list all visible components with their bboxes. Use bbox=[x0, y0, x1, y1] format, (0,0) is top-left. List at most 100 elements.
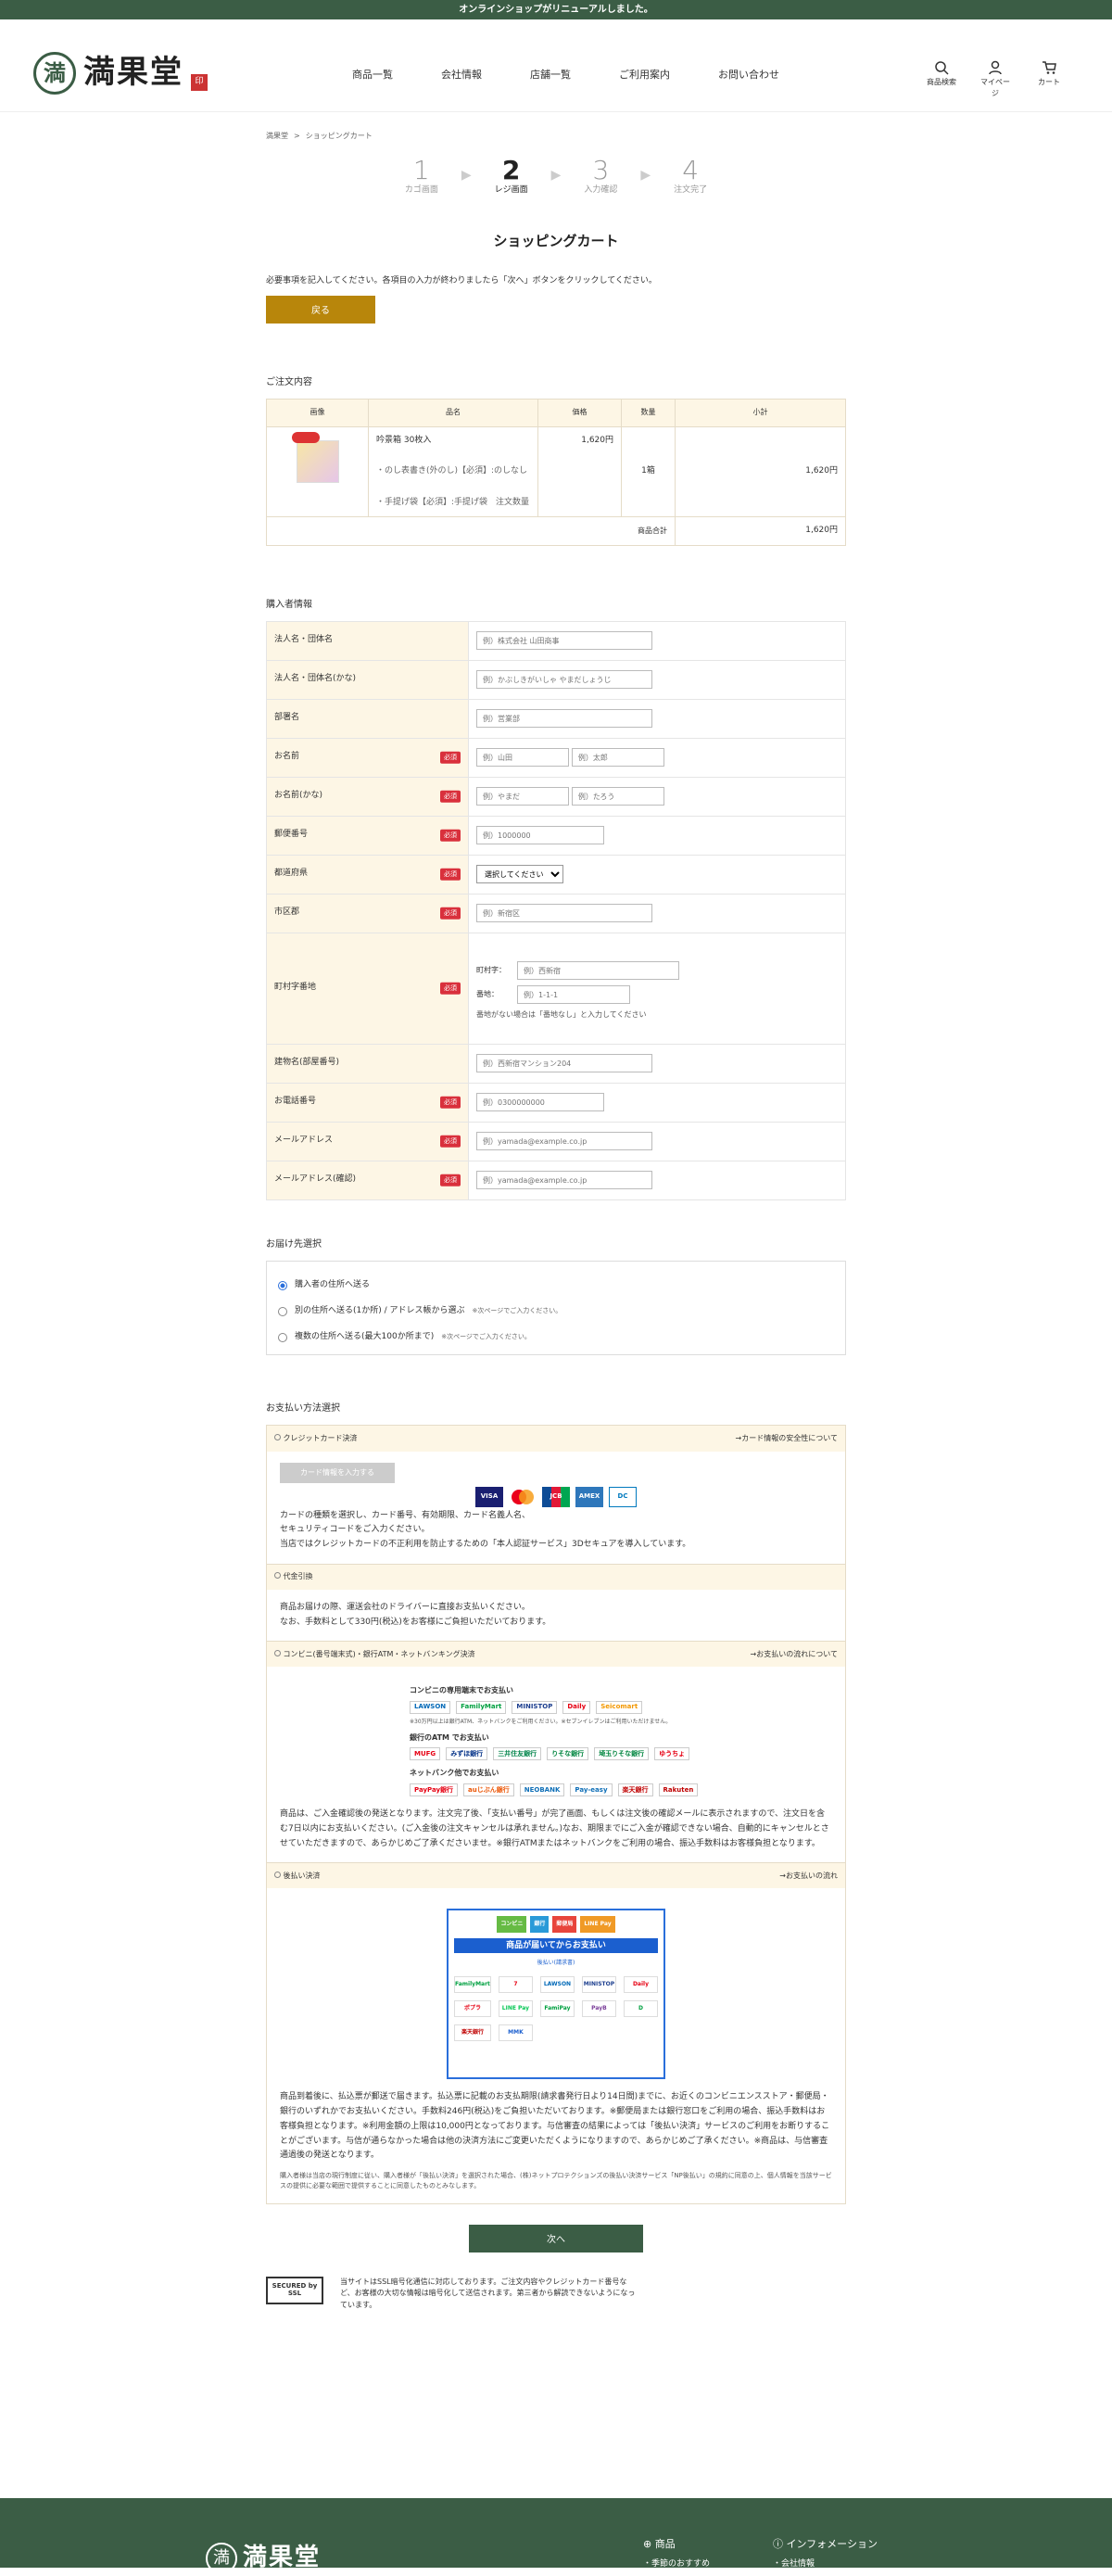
mail-confirm-label: メールアドレス(確認) bbox=[274, 1174, 357, 1185]
radio-icon[interactable] bbox=[278, 1332, 287, 1342]
nav-stores[interactable]: 店舗一覧 bbox=[530, 68, 571, 83]
nav-guide[interactable]: ご利用案内 bbox=[619, 68, 670, 83]
col-image: 画像 bbox=[266, 398, 369, 427]
corp-name-input[interactable] bbox=[476, 631, 652, 650]
first-name-input[interactable] bbox=[571, 748, 664, 767]
ministop-logo: MINISTOP bbox=[581, 1975, 616, 1993]
email-confirm-input[interactable] bbox=[476, 1171, 652, 1189]
cod-text: なお、手数料として330円(税込)をお客様にご負担いただいております。 bbox=[280, 1617, 551, 1627]
name-label: お名前 bbox=[274, 752, 300, 762]
first-kana-input[interactable] bbox=[571, 787, 664, 806]
option-label: 複数の住所へ送る(最大100か所まで) bbox=[295, 1331, 435, 1341]
after-label: 後払い決済 bbox=[283, 1871, 321, 1880]
footer-products-link[interactable]: ・季節のおすすめ bbox=[643, 2558, 710, 2571]
total-value: 1,620円 bbox=[675, 516, 846, 546]
shipping-option-multiple[interactable]: 複数の住所へ送る(最大100か所まで) ※次ページでご入力ください。 bbox=[278, 1325, 834, 1351]
cod-label: 代金引換 bbox=[283, 1572, 313, 1581]
last-kana-input[interactable] bbox=[476, 787, 569, 806]
option-label: 購入者の住所へ送る bbox=[295, 1279, 371, 1289]
card-security-link[interactable]: →カード情報の安全性について bbox=[736, 1433, 838, 1444]
poplar-logo: ポプラ bbox=[454, 1999, 491, 2017]
corp-label: 法人名・団体名 bbox=[274, 635, 334, 645]
last-name-input[interactable] bbox=[476, 748, 569, 767]
payment-after-header[interactable]: 後払い決済 →お支払いの流れ bbox=[267, 1862, 845, 1889]
mypage-button[interactable]: マイページ bbox=[979, 60, 1012, 99]
building-input[interactable] bbox=[476, 1054, 652, 1072]
dept-input[interactable] bbox=[476, 709, 652, 728]
buyer-form: 法人名・団体名 法人名・団体名(かな) 部署名 お名前必須 お名前(かな)必須 … bbox=[266, 620, 846, 1200]
user-icon bbox=[989, 60, 1002, 75]
breadcrumb-current: ショッピングカート bbox=[305, 132, 373, 140]
main-content: 満果堂 > ショッピングカート 1 カゴ画面 ▶ 2 レジ画面 ▶ 3 入力確認 ▶ … bbox=[266, 112, 846, 2312]
seven-logo: 7 bbox=[498, 1975, 533, 1993]
payment-cod-header[interactable]: 代金引換 bbox=[267, 1563, 845, 1590]
card-input-button[interactable]: カード情報を入力する bbox=[280, 1462, 395, 1483]
card-text: セキュリティコードをご入力ください。 bbox=[280, 1525, 430, 1535]
resona-logo: りそな銀行 bbox=[547, 1747, 589, 1761]
search-label: 商品検索 bbox=[927, 78, 956, 86]
radio-icon[interactable] bbox=[278, 1306, 287, 1316]
footer-logo[interactable]: 満 満果堂 bbox=[206, 2540, 321, 2576]
logo-mark: 満 bbox=[33, 51, 76, 95]
next-button[interactable]: 次へ bbox=[469, 2224, 643, 2252]
payeasy-logo: Pay-easy bbox=[570, 1783, 613, 1797]
radio-icon[interactable] bbox=[274, 1871, 281, 1878]
zip-input[interactable] bbox=[476, 826, 604, 844]
logo-text: 満果堂 bbox=[83, 54, 183, 91]
footer-logo-mark: 満 bbox=[206, 2542, 237, 2574]
radio-icon[interactable] bbox=[274, 1433, 281, 1440]
breadcrumb-home[interactable]: 満果堂 bbox=[266, 131, 288, 142]
shipping-option-other[interactable]: 別の住所へ送る(1か所) / アドレス帳から選ぶ ※次ページでご入力ください。 bbox=[278, 1299, 834, 1325]
radio-icon[interactable] bbox=[274, 1572, 281, 1580]
mypage-label: マイページ bbox=[980, 78, 1010, 97]
back-button[interactable]: 戻る bbox=[266, 295, 375, 324]
shipping-option-self[interactable]: 購入者の住所へ送る bbox=[278, 1273, 834, 1299]
footer-info-link[interactable]: ・会社情報 bbox=[773, 2558, 878, 2571]
nav-products[interactable]: 商品一覧 bbox=[352, 68, 393, 83]
payment-conv-header[interactable]: コンビニ(番号端末式)・銀行ATM・ネットバンキング決済 →お支払いの流れについて bbox=[267, 1641, 845, 1668]
badge-bank: 銀行 bbox=[530, 1916, 550, 1934]
conv-note: ※30万円以上は銀行ATM、ネットバンクをご利用ください。※セブンイレブンはご利… bbox=[410, 1719, 672, 1726]
paypay-bank-logo: PayPay銀行 bbox=[410, 1783, 459, 1797]
required-badge: 必須 bbox=[440, 829, 461, 842]
footer-products-heading[interactable]: ⊕ 商品 bbox=[643, 2537, 710, 2553]
tel-input[interactable] bbox=[476, 1093, 604, 1111]
required-badge: 必須 bbox=[440, 868, 461, 881]
email-input[interactable] bbox=[476, 1132, 652, 1150]
radio-icon[interactable] bbox=[274, 1649, 281, 1656]
daily-logo: Daily bbox=[562, 1701, 591, 1715]
seicomart-logo: Seicomart bbox=[596, 1701, 643, 1715]
nav-contact[interactable]: お問い合わせ bbox=[718, 68, 779, 83]
payment-card-body: カード情報を入力する VISA JCB AMEX DC カードの種類を選択し、カ… bbox=[267, 1452, 845, 1564]
prefecture-select[interactable]: 選択してください bbox=[476, 865, 563, 883]
smbc-logo: 三井住友銀行 bbox=[493, 1747, 542, 1761]
street-input[interactable] bbox=[517, 985, 630, 1004]
field-label: 市区郡 必須 bbox=[266, 893, 469, 933]
product-option: ・のし表書き(外のし)【必須】:のしなし bbox=[376, 466, 528, 476]
radio-icon[interactable] bbox=[278, 1280, 287, 1290]
corp-kana-label: 法人名・団体名(かな) bbox=[274, 674, 357, 684]
lawson-logo: LAWSON bbox=[539, 1975, 575, 1993]
site-logo[interactable]: 満 満果堂 印 bbox=[33, 49, 208, 96]
cart-button[interactable]: カート bbox=[1032, 60, 1066, 99]
payment-conv-body: コンビニの専用端末でお支払い LAWSON FamilyMart MINISTO… bbox=[267, 1667, 845, 1862]
shipping-options: 購入者の住所へ送る 別の住所へ送る(1か所) / アドレス帳から選ぶ ※次ページで… bbox=[266, 1260, 846, 1355]
city-input[interactable] bbox=[476, 904, 652, 922]
search-button[interactable]: 商品検索 bbox=[925, 60, 958, 99]
nav-company[interactable]: 会社情報 bbox=[441, 68, 482, 83]
town-row: 町村字： bbox=[476, 961, 845, 980]
step-arrow-icon: ▶ bbox=[461, 168, 472, 183]
payment-card-header[interactable]: クレジットカード決済 →カード情報の安全性について bbox=[267, 1425, 845, 1452]
town-input[interactable] bbox=[517, 961, 679, 980]
site-header: 満 満果堂 印 商品一覧 会社情報 店舗一覧 ご利用案内 お問い合わせ 商品検索… bbox=[0, 19, 1112, 112]
conv-flow-link[interactable]: →お支払いの流れについて bbox=[751, 1649, 838, 1660]
conv-text: 商品は、ご入金確認後の発送となります。注文完了後、「支払い番号」が完了画面、もし… bbox=[280, 1809, 829, 1848]
breadcrumb-separator: > bbox=[294, 132, 300, 140]
footer-info-heading[interactable]: ⓘ インフォメーション bbox=[773, 2537, 878, 2553]
after-flow-link[interactable]: →お支払いの流れ bbox=[779, 1871, 838, 1882]
after-small-text: 購入者様は当店の現行制度に従い、購入者様が「後払い決済」を選択された場合、(株)… bbox=[280, 2172, 832, 2190]
corp-kana-input[interactable] bbox=[476, 670, 652, 689]
jcb-icon: JCB bbox=[542, 1486, 570, 1507]
building-label: 建物名(部屋番号) bbox=[274, 1058, 340, 1068]
dept-label: 部署名 bbox=[274, 713, 300, 723]
